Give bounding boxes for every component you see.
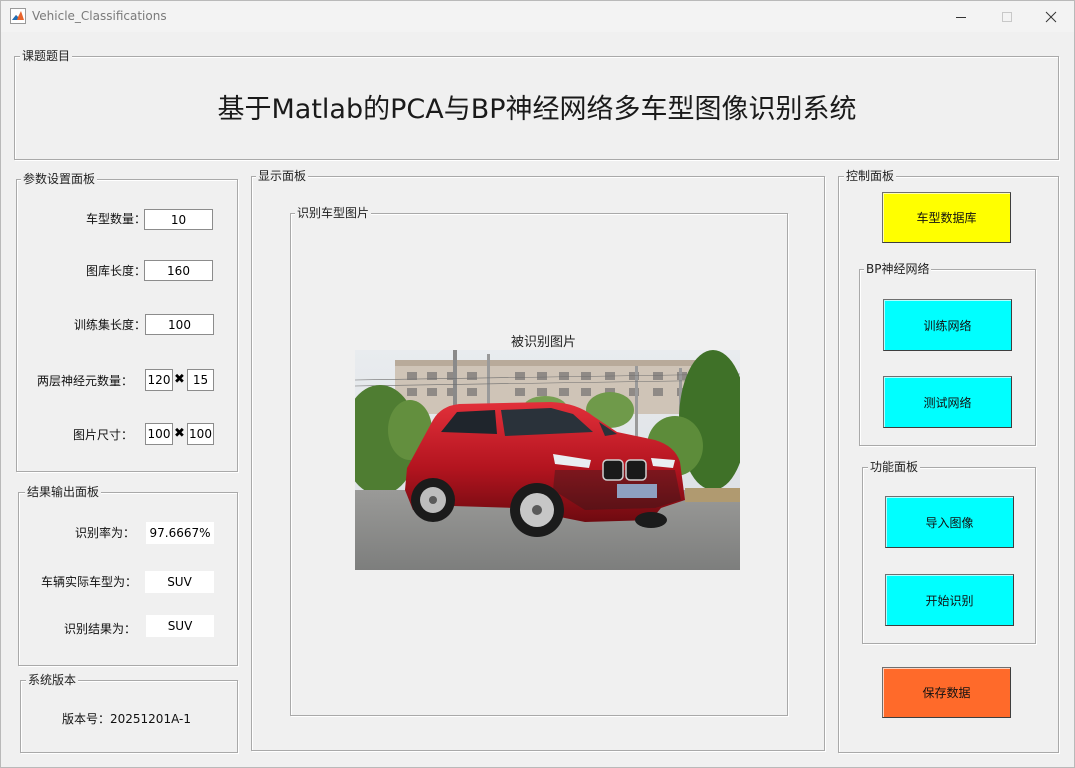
neurons-layer1-field[interactable]: 120 xyxy=(145,369,173,391)
test-network-button[interactable]: 测试网络 xyxy=(883,376,1012,428)
start-recognition-button[interactable]: 开始识别 xyxy=(885,574,1014,626)
neurons-label: 两层神经元数量： xyxy=(36,374,133,388)
import-image-button[interactable]: 导入图像 xyxy=(885,496,1014,548)
minimize-button[interactable] xyxy=(938,1,984,32)
recognize-image-panel-title: 识别车型图片 xyxy=(295,205,372,221)
version-text: 版本号：20251201A-1 xyxy=(62,712,191,726)
actual-type-value: SUV xyxy=(145,571,214,593)
img-height-field[interactable]: 100 xyxy=(187,423,214,445)
close-icon xyxy=(1045,11,1057,22)
result-value: SUV xyxy=(146,615,214,637)
version-panel-title: 系统版本 xyxy=(26,672,79,688)
display-panel-title: 显示面板 xyxy=(256,168,309,184)
function-panel-title: 功能面板 xyxy=(868,459,921,475)
display-panel: 显示面板 识别车型图片 被识别图片 xyxy=(251,168,825,751)
maximize-icon xyxy=(1002,11,1012,22)
num-types-label: 车型数量： xyxy=(85,212,146,226)
matlab-icon xyxy=(10,8,26,24)
bp-network-panel: BP神经网络 训练网络 测试网络 xyxy=(859,261,1036,446)
result-label: 识别结果为： xyxy=(63,622,136,636)
version-panel: 系统版本 版本号：20251201A-1 xyxy=(20,672,238,753)
params-panel-title: 参数设置面板 xyxy=(21,171,98,187)
topic-panel-title: 课题题目 xyxy=(20,48,73,64)
minimize-icon xyxy=(956,16,966,18)
vehicle-database-button[interactable]: 车型数据库 xyxy=(882,192,1011,243)
control-panel-title: 控制面板 xyxy=(844,168,897,184)
rate-value: 97.6667% xyxy=(146,522,214,544)
car-image xyxy=(355,350,740,570)
img-size-label: 图片尺寸： xyxy=(72,428,133,442)
lib-len-field[interactable]: 160 xyxy=(144,260,213,281)
window-title: Vehicle_Classifications xyxy=(32,9,167,23)
img-width-field[interactable]: 100 xyxy=(145,423,173,445)
title-bar[interactable]: Vehicle_Classifications xyxy=(1,1,1074,32)
app-window: Vehicle_Classifications 课题题目 基于Matlab的PC… xyxy=(0,0,1075,768)
rate-label: 识别率为： xyxy=(74,526,135,540)
close-button[interactable] xyxy=(1028,1,1074,32)
num-types-field[interactable]: 10 xyxy=(144,209,213,230)
results-panel: 结果输出面板 识别率为： 97.6667% 车辆实际车型为： SUV 识别结果为… xyxy=(18,484,238,666)
train-network-button[interactable]: 训练网络 xyxy=(883,299,1012,351)
multiply-icon: ✖ xyxy=(174,372,185,387)
results-panel-title: 结果输出面板 xyxy=(25,484,102,500)
train-len-label: 训练集长度： xyxy=(73,318,146,332)
control-panel: 控制面板 车型数据库 BP神经网络 训练网络 测试网络 功能面板 导入图像 开始… xyxy=(838,168,1059,753)
params-panel: 参数设置面板 车型数量： 10 图库长度： 160 训练集长度： 100 两层神… xyxy=(16,171,238,472)
image-caption: 被识别图片 xyxy=(511,335,577,350)
function-panel: 功能面板 导入图像 开始识别 xyxy=(862,459,1036,644)
train-len-field[interactable]: 100 xyxy=(145,314,214,335)
lib-len-label: 图库长度： xyxy=(85,264,146,278)
main-title: 基于Matlab的PCA与BP神经网络多车型图像识别系统 xyxy=(217,94,857,125)
neurons-layer2-field[interactable]: 15 xyxy=(187,369,214,391)
actual-type-label: 车辆实际车型为： xyxy=(40,575,137,589)
multiply-icon: ✖ xyxy=(174,426,185,441)
bp-network-panel-title: BP神经网络 xyxy=(864,261,932,277)
save-data-button[interactable]: 保存数据 xyxy=(882,667,1011,718)
recognize-image-panel: 识别车型图片 被识别图片 xyxy=(290,205,788,716)
topic-panel: 课题题目 基于Matlab的PCA与BP神经网络多车型图像识别系统 xyxy=(14,48,1059,160)
maximize-button[interactable] xyxy=(984,1,1030,32)
